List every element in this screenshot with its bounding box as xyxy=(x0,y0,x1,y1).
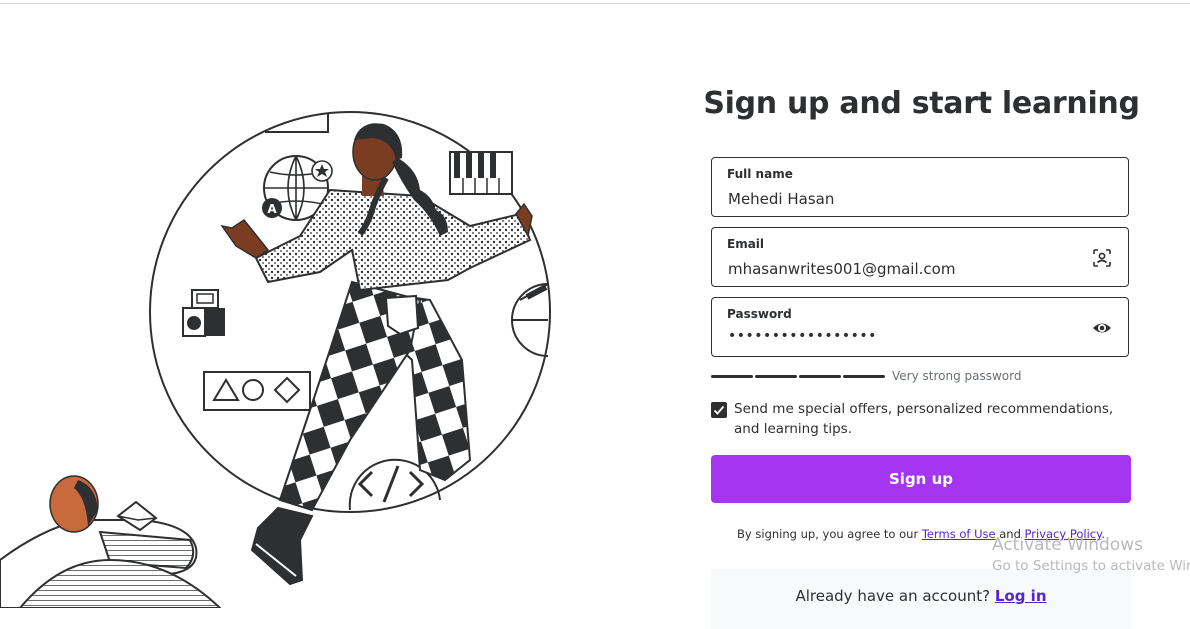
signup-button[interactable]: Sign up xyxy=(711,455,1131,503)
offers-label[interactable]: Send me special offers, personalized rec… xyxy=(734,399,1129,439)
signup-illustration: A xyxy=(0,0,700,608)
check-icon xyxy=(713,405,725,415)
strength-text: Very strong password xyxy=(892,369,1022,383)
watermark-subtitle: Go to Settings to activate Windows. xyxy=(992,558,1190,574)
sitting-figure xyxy=(0,475,222,608)
password-input[interactable]: ••••••••••••••••• xyxy=(728,328,877,344)
strength-segment xyxy=(711,375,753,378)
eye-icon[interactable] xyxy=(1092,318,1112,338)
login-link[interactable]: Log in xyxy=(995,587,1047,605)
svg-text:A: A xyxy=(267,202,277,216)
strength-segment xyxy=(843,375,885,378)
page-title: Sign up and start learning xyxy=(703,86,1140,121)
password-label: Password xyxy=(727,307,792,321)
login-prompt: Already have an account? xyxy=(795,587,995,605)
password-field[interactable]: Password ••••••••••••••••• xyxy=(711,297,1129,357)
full-name-label: Full name xyxy=(727,167,793,181)
email-label: Email xyxy=(727,237,765,251)
password-strength-meter: Very strong password xyxy=(711,369,1131,384)
email-field[interactable]: Email mhasanwrites001@gmail.com xyxy=(711,227,1129,287)
login-text: Already have an account? Log in xyxy=(711,587,1131,605)
shapes-doodle xyxy=(203,371,311,411)
strength-segment xyxy=(755,375,797,378)
full-name-input[interactable]: Mehedi Hasan xyxy=(728,190,834,208)
watermark-title: Activate Windows xyxy=(992,535,1143,555)
piano-doodle xyxy=(449,151,513,195)
login-box: Already have an account? Log in xyxy=(711,569,1131,629)
contact-scan-icon[interactable] xyxy=(1092,248,1112,268)
terms-prefix: By signing up, you agree to our xyxy=(737,527,922,541)
offers-checkbox[interactable] xyxy=(711,402,727,418)
full-name-field[interactable]: Full name Mehedi Hasan xyxy=(711,157,1129,217)
email-input[interactable]: mhasanwrites001@gmail.com xyxy=(728,260,955,278)
strength-segment xyxy=(799,375,841,378)
terms-of-use-link[interactable]: Terms of Use xyxy=(922,527,996,541)
windows-activation-watermark: Activate Windows Go to Settings to activ… xyxy=(992,535,1190,574)
